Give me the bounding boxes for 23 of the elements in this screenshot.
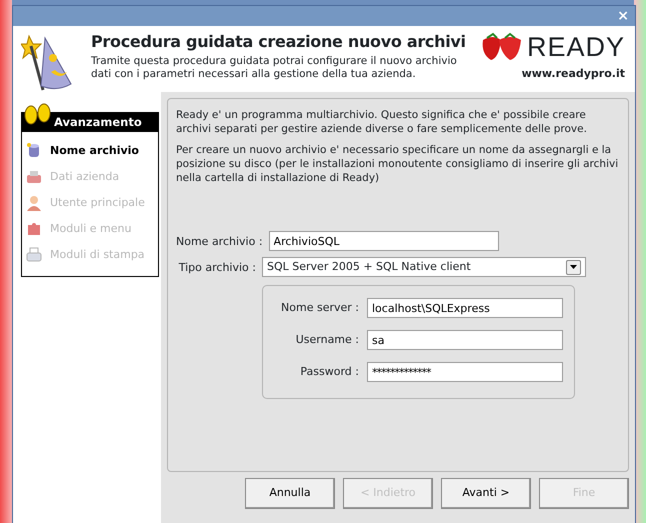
field-label: Username : <box>294 332 359 348</box>
wizard-button[interactable]: Avanti > <box>441 478 531 509</box>
field-label: Tipo archivio : <box>178 260 256 275</box>
password-field[interactable]: ************* <box>367 362 563 382</box>
wizard-button[interactable]: Annulla <box>245 478 335 509</box>
intro-paragraph: Per creare un nuovo archivio e' necessario specificare un nome da assegnargli e la posizione su disco (per le installazioni monoutente consigliamo di inserire gli archivi nella cartella di installazione di Ready) <box>176 144 620 186</box>
field-label: Nome server : <box>280 300 359 316</box>
archive-name-field[interactable]: ArchivioSQL <box>268 231 499 252</box>
progress-step: Dati azienda <box>26 164 158 190</box>
text-field[interactable]: localhost\SQLExpress <box>367 298 563 318</box>
progress-step: Nome archivio <box>26 138 158 164</box>
brand-logo-text: READY <box>526 34 625 60</box>
field-label: Nome archivio : <box>176 234 263 249</box>
field-label: Password : <box>299 364 359 380</box>
text-field[interactable]: sa <box>367 330 563 350</box>
wizard-subtitle: Tramite questa procedura guidata potrai configurare il nuovo archivio dati con i parametri necessari alla gestione della tua azienda. <box>91 55 458 82</box>
progress-step: Moduli e menu <box>26 216 158 242</box>
progress-step: Utente principale <box>26 190 158 216</box>
archive-type-dropdown[interactable]: SQL Server 2005 + SQL Native client <box>262 257 586 278</box>
website-url: www.readypro.it <box>522 66 625 82</box>
wizard-title: Procedura guidata creazione nuovo archivi <box>91 32 467 52</box>
progress-step: Moduli di stampa <box>26 242 158 268</box>
intro-paragraph: Ready e' un programma multiarchivio. Questo significa che e' possibile creare archivi separati per gestire aziende diverse o fare semplicemente delle prove. <box>176 109 588 136</box>
